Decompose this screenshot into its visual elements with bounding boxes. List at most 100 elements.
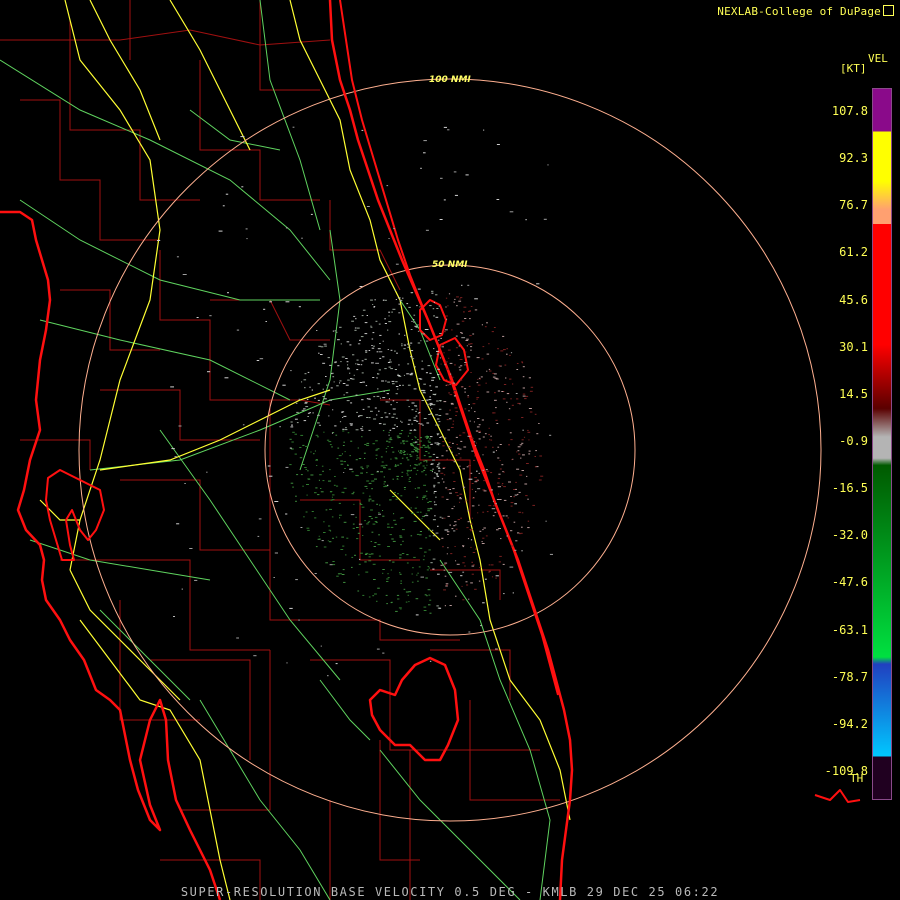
velocity-return [388, 441, 391, 443]
velocity-return [454, 364, 456, 366]
velocity-return [411, 402, 415, 404]
velocity-return [509, 566, 514, 568]
velocity-return [489, 370, 492, 372]
velocity-return [351, 556, 354, 558]
velocity-return [438, 468, 441, 469]
velocity-return [282, 384, 286, 386]
velocity-return [402, 452, 405, 454]
velocity-return [378, 410, 380, 412]
velocity-return [435, 294, 438, 296]
velocity-return [432, 529, 434, 531]
velocity-return [349, 372, 351, 374]
velocity-return [486, 370, 488, 372]
velocity-return [479, 567, 482, 568]
velocity-return [534, 456, 536, 457]
velocity-return [253, 655, 257, 657]
velocity-return [317, 436, 319, 438]
velocity-return [304, 467, 307, 468]
velocity-return [427, 502, 429, 503]
velocity-return [432, 468, 434, 470]
velocity-return [460, 379, 463, 381]
velocity-return [372, 304, 374, 305]
velocity-return [505, 377, 507, 379]
velocity-return [433, 484, 436, 486]
velocity-return [394, 289, 396, 291]
velocity-return [352, 527, 355, 529]
velocity-return [370, 299, 373, 301]
velocity-return [394, 457, 398, 459]
velocity-return [416, 305, 418, 307]
velocity-return [174, 456, 177, 458]
velocity-return [423, 555, 425, 557]
velocity-return [429, 612, 432, 614]
velocity-return [342, 417, 344, 418]
velocity-return [378, 423, 382, 425]
velocity-return [421, 389, 425, 391]
velocity-return [449, 418, 452, 420]
velocity-return [357, 343, 361, 345]
velocity-return [317, 414, 320, 416]
velocity-return [464, 391, 466, 393]
velocity-return [404, 451, 406, 452]
velocity-return [516, 451, 518, 453]
velocity-return [432, 568, 435, 570]
velocity-return [317, 494, 320, 496]
velocity-return [477, 384, 481, 386]
velocity-return [351, 471, 354, 473]
velocity-return [290, 421, 293, 423]
velocity-return [332, 537, 334, 539]
velocity-return [428, 604, 431, 606]
velocity-return [427, 452, 430, 454]
velocity-return [391, 311, 393, 313]
velocity-return [407, 459, 410, 461]
velocity-return [305, 468, 308, 470]
velocity-return [365, 385, 368, 387]
velocity-return [467, 395, 469, 396]
velocity-return [317, 422, 320, 424]
velocity-return [429, 385, 432, 387]
velocity-return [435, 414, 439, 416]
velocity-return [303, 379, 307, 381]
velocity-return [495, 419, 498, 421]
velocity-return [396, 435, 400, 437]
velocity-return [396, 426, 398, 428]
velocity-return [368, 560, 372, 562]
velocity-return [445, 487, 448, 489]
velocity-return [374, 593, 377, 595]
velocity-return [178, 425, 182, 427]
velocity-return [497, 482, 500, 484]
velocity-return [410, 342, 413, 344]
velocity-return [388, 560, 391, 562]
velocity-return [375, 454, 378, 456]
velocity-return [332, 564, 336, 566]
velocity-return [340, 463, 344, 465]
velocity-return [502, 398, 506, 400]
velocity-return [450, 403, 454, 405]
velocity-return [373, 546, 376, 547]
velocity-return [410, 292, 414, 293]
velocity-return [471, 437, 474, 439]
velocity-return [378, 534, 380, 536]
velocity-return [312, 412, 314, 414]
velocity-return [357, 532, 360, 534]
velocity-return [388, 398, 390, 400]
velocity-return [384, 318, 386, 320]
velocity-return [467, 510, 469, 512]
velocity-return [419, 378, 423, 380]
velocity-return [519, 444, 523, 446]
velocity-return [411, 439, 413, 440]
velocity-return [494, 511, 497, 513]
velocity-return [453, 395, 456, 397]
velocity-return [292, 126, 295, 128]
velocity-return [380, 456, 383, 458]
velocity-return [486, 391, 490, 393]
velocity-return [462, 468, 465, 470]
velocity-return [329, 491, 332, 493]
velocity-return [410, 372, 414, 374]
velocity-return [387, 349, 389, 350]
velocity-return [443, 199, 446, 201]
velocity-return [330, 387, 333, 389]
velocity-return [385, 380, 387, 382]
velocity-return [353, 374, 355, 376]
velocity-return [445, 450, 448, 452]
